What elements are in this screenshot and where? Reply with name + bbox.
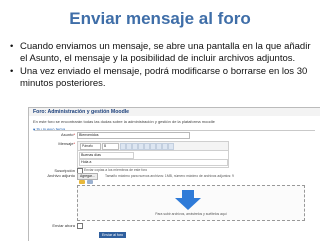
required-marker: * (73, 141, 75, 146)
moodle-screenshot: Foro: Administración y gestión Moodle En… (28, 107, 320, 241)
drop-zone-text: Para subir archivos, arrástrelos y suélt… (155, 212, 227, 216)
add-file-button[interactable]: Agregar... (77, 173, 98, 180)
bullet-item: • Cuando enviamos un mensaje, se abre un… (10, 41, 316, 64)
bullet-list: • Cuando enviamos un mensaje, se abre un… (10, 41, 316, 91)
send-now-label: Enviar ahora (52, 223, 75, 228)
submit-button[interactable]: Enviar al foro (99, 232, 127, 238)
bullet-item: • Una vez enviado el mensaje, podrá modi… (10, 66, 316, 89)
file-drop-zone[interactable]: Para subir archivos, arrástrelos y suélt… (77, 185, 305, 221)
folder-icon[interactable] (79, 180, 85, 184)
editor-line: Buenas días (79, 152, 134, 159)
bullet-text: Cuando enviamos un mensaje, se abre una … (20, 41, 311, 64)
subject-input[interactable]: Bienvenidos (77, 132, 190, 139)
attachment-note: Tamaño máximo para nuevos archivos: 1MB,… (105, 174, 234, 178)
format-select[interactable]: B (102, 143, 119, 150)
view-list-icon[interactable] (87, 180, 93, 184)
required-marker: * (73, 132, 75, 137)
message-label: Mensaje* (35, 141, 75, 146)
paragraph-select[interactable]: Párrafo (80, 143, 101, 150)
forum-description: En este foro se encontrarán todas las du… (33, 119, 215, 124)
media-icon[interactable] (168, 143, 174, 150)
slide-title: Enviar mensaje al foro (69, 9, 251, 28)
subject-label-text: Asunto (60, 132, 74, 137)
bullet-text: Una vez enviado el mensaje, podrá modifi… (20, 66, 308, 89)
send-now-checkbox[interactable] (77, 223, 83, 229)
post-form: Asunto* Bienvenidos Mensaje* Párrafo B B… (35, 130, 315, 241)
bullet-glyph: • (10, 66, 14, 77)
subscription-note: Enviar copias a los miembros de este for… (84, 168, 148, 172)
message-label-text: Mensaje (58, 141, 74, 146)
bullet-glyph: • (10, 41, 14, 52)
download-arrow-icon (175, 190, 201, 210)
forum-title: Foro: Administración y gestión Moodle (33, 109, 130, 115)
message-editor[interactable]: Buenas días Hola a (77, 150, 229, 168)
subject-label: Asunto* (35, 132, 75, 137)
editor-line: Hola a (79, 159, 228, 166)
attachment-label: Archivo adjunto (47, 173, 75, 178)
